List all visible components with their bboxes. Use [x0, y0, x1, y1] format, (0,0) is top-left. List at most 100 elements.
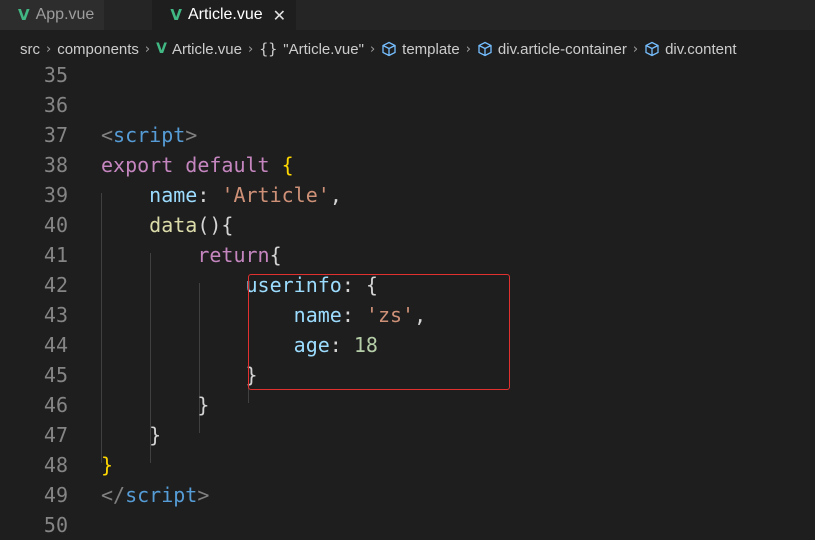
- code-token: >: [185, 123, 198, 147]
- code-text: </script>: [101, 480, 209, 510]
- line-number: 50: [43, 513, 68, 537]
- line-number: 40: [43, 213, 68, 237]
- chevron-right-icon: ›: [144, 41, 151, 57]
- cube-icon: [477, 41, 493, 57]
- code-line[interactable]: 38 export default {: [0, 150, 815, 180]
- code-line[interactable]: 48}: [0, 450, 815, 480]
- braces-icon: {}: [259, 40, 278, 58]
- code-text: }: [101, 420, 161, 450]
- code-line[interactable]: 50: [0, 510, 815, 540]
- code-line[interactable]: 47 }: [0, 420, 815, 450]
- breadcrumb-article-vue[interactable]: V Article.vue: [156, 41, 242, 58]
- code-token: script: [113, 123, 186, 147]
- line-number: 43: [43, 303, 68, 327]
- code-token: name: [149, 183, 198, 207]
- code-text: }: [101, 390, 209, 420]
- cube-icon: [381, 41, 397, 57]
- chevron-right-icon: ›: [369, 41, 376, 57]
- line-number: 42: [43, 273, 68, 297]
- breadcrumb-label: div.content: [665, 40, 737, 58]
- tab-app-vue[interactable]: V App.vue: [0, 0, 106, 30]
- code-token: script: [125, 483, 198, 507]
- code-text: }: [101, 450, 113, 480]
- cube-icon: [644, 41, 660, 57]
- tab-label: Article.vue: [187, 6, 263, 23]
- breadcrumb-label: "Article.vue": [283, 40, 364, 58]
- breadcrumb-template[interactable]: template: [381, 41, 460, 58]
- chevron-right-icon: ›: [248, 41, 254, 57]
- line-number: 48: [43, 453, 68, 477]
- line-number: 35: [43, 63, 68, 87]
- code-token: {: [281, 153, 294, 177]
- tab-bar: V App.vue V Article.vue ✕: [0, 0, 815, 30]
- code-line[interactable]: 36: [0, 90, 815, 120]
- code-text: <script>: [101, 120, 197, 150]
- code-token: {: [269, 243, 282, 267]
- code-token: }: [197, 393, 210, 417]
- code-line[interactable]: 40 data(){: [0, 210, 815, 240]
- tab-label: App.vue: [35, 6, 95, 23]
- code-text: export default {: [101, 150, 294, 180]
- tab-article-vue[interactable]: V Article.vue ✕: [152, 0, 298, 30]
- code-token: default: [185, 153, 270, 177]
- code-line[interactable]: 37 <script>: [0, 120, 815, 150]
- breadcrumb-label: template: [402, 40, 460, 58]
- breadcrumb-label: components: [57, 40, 139, 58]
- code-token: :: [197, 183, 222, 207]
- close-icon[interactable]: ✕: [273, 6, 286, 25]
- highlight-annotation-box: [248, 274, 510, 390]
- breadcrumb-div-article-container[interactable]: div.article-container: [477, 41, 627, 58]
- chevron-right-icon: ›: [46, 41, 52, 57]
- code-token: return: [197, 243, 270, 267]
- code-text: name: 'Article',: [101, 180, 342, 210]
- code-line[interactable]: 39 name: 'Article',: [0, 180, 815, 210]
- code-token: ,: [329, 183, 342, 207]
- breadcrumb: src › components › V Article.vue › {} "A…: [0, 36, 815, 62]
- line-number: 38: [43, 153, 68, 177]
- line-number: 36: [43, 93, 68, 117]
- breadcrumb-div-content[interactable]: div.content: [644, 40, 737, 58]
- code-text: }: [101, 360, 258, 390]
- code-token: }: [149, 423, 162, 447]
- breadcrumb-label: src: [20, 40, 40, 58]
- code-line[interactable]: 35: [0, 60, 815, 90]
- code-token: </: [101, 483, 126, 507]
- line-number: 46: [43, 393, 68, 417]
- line-number: 44: [43, 333, 68, 357]
- line-number: 47: [43, 423, 68, 447]
- code-line[interactable]: 46 }: [0, 390, 815, 420]
- line-number: 39: [43, 183, 68, 207]
- code-token: 'Article': [221, 183, 330, 207]
- code-token: data: [149, 213, 198, 237]
- breadcrumb-src[interactable]: src: [20, 41, 40, 58]
- code-text: return{: [101, 240, 282, 270]
- chevron-right-icon: ›: [465, 41, 471, 57]
- line-number: 45: [43, 363, 68, 387]
- code-token: }: [101, 453, 114, 477]
- line-number: 41: [43, 243, 68, 267]
- code-token: <: [101, 123, 114, 147]
- chevron-right-icon: ›: [632, 41, 639, 57]
- vue-file-icon: V: [18, 6, 30, 24]
- code-line[interactable]: 49 </script>: [0, 480, 815, 510]
- vue-file-icon: V: [170, 6, 182, 24]
- code-token: >: [197, 483, 210, 507]
- breadcrumb-module[interactable]: {} "Article.vue": [259, 40, 364, 58]
- code-token: (){: [197, 213, 234, 237]
- code-line[interactable]: 41 return{: [0, 240, 815, 270]
- breadcrumb-components[interactable]: components: [57, 41, 139, 58]
- breadcrumb-label: div.article-container: [497, 40, 627, 58]
- line-number: 49: [43, 483, 68, 507]
- vue-file-icon: V: [156, 41, 167, 57]
- line-number: 37: [43, 123, 68, 147]
- code-text: data(){: [101, 210, 233, 240]
